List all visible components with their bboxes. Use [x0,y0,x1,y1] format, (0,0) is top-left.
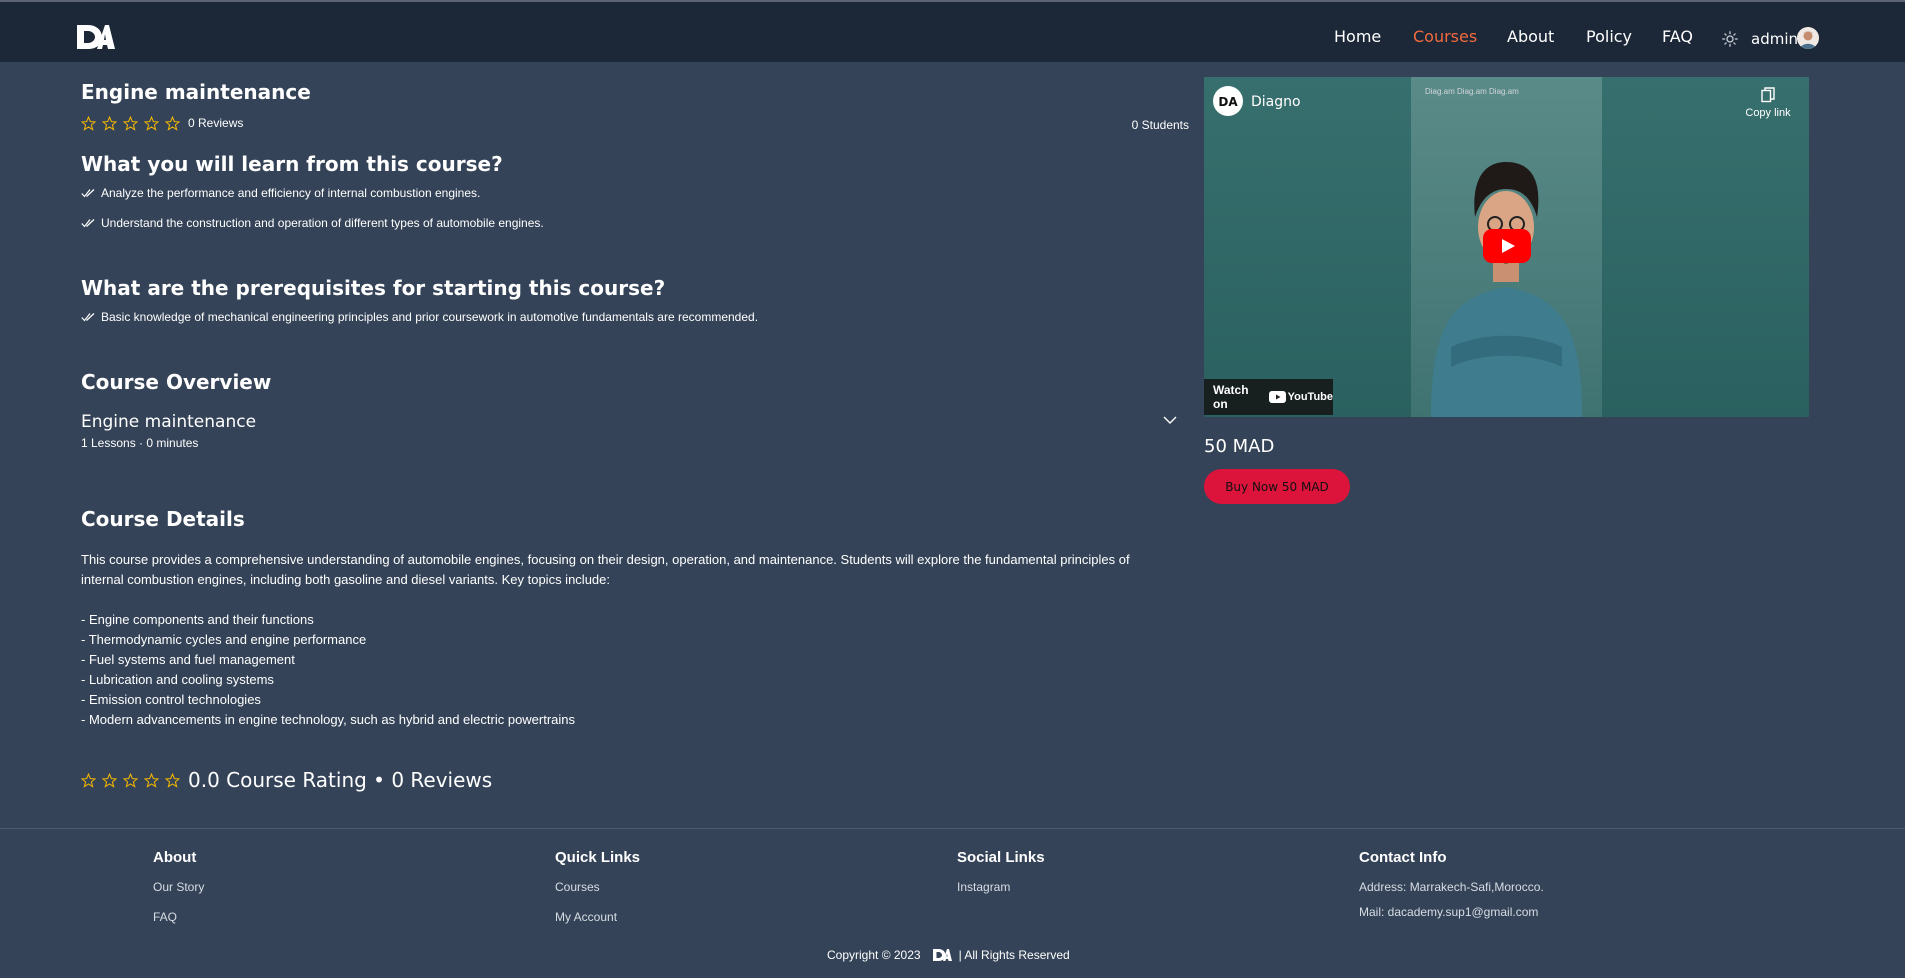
footer-contact: Contact Info Address: Marrakech-Safi,Mor… [1359,849,1544,921]
course-price: 50 MAD [1204,436,1275,457]
nav-home[interactable]: Home [1334,27,1381,46]
footer-about-title: About [153,849,197,866]
reviews-count: 0 Reviews [188,116,244,130]
video-background [1602,77,1809,417]
footer-social-links: Social Links Instagram [957,849,1045,901]
footer-quick-title: Quick Links [555,849,641,866]
details-line: internal combustion engines, including b… [81,572,610,587]
nav-about[interactable]: About [1507,27,1554,46]
students-count: 0 Students [1131,118,1189,132]
contact-address: Address: Marrakech-Safi,Morocco. [1359,880,1544,894]
star-icon [165,772,180,788]
details-heading: Course Details [81,507,245,531]
video-social-strip: Diag.am Diag.am Diag.am [1425,87,1519,96]
footer-contact-title: Contact Info [1359,849,1447,866]
star-icon [102,772,117,788]
nav-courses[interactable]: Courses [1413,27,1477,46]
details-line [81,590,1181,610]
learn-heading: What you will learn from this course? [81,152,503,176]
footer-link-faq[interactable]: FAQ [153,910,204,931]
header: Home Courses About Policy FAQ admin [0,2,1905,62]
channel-logo[interactable]: DA [1213,86,1243,116]
double-check-icon [81,189,95,198]
footer-link-our-story[interactable]: Our Story [153,880,204,901]
double-check-icon [81,313,95,322]
youtube-logo: YouTube [1268,391,1333,403]
star-icon [123,772,138,788]
details-line: - Emission control technologies [81,692,261,707]
prereq-item: Basic knowledge of mechanical engineerin… [81,310,758,324]
details-line: - Thermodynamic cycles and engine perfor… [81,632,367,647]
footer-divider [0,828,1905,829]
details-line: - Fuel systems and fuel management [81,652,295,667]
channel-name[interactable]: Diagno [1251,94,1301,110]
footer-social-title: Social Links [957,849,1045,866]
course-details-body: This course provides a comprehensive und… [81,550,1181,730]
details-line: - Engine components and their functions [81,612,314,627]
main-nav: Home Courses About Policy FAQ [0,2,1905,62]
youtube-label: YouTube [1287,391,1333,403]
copyright-suffix: | All Rights Reserved [958,948,1070,962]
rating-stars-top: 0 Reviews [81,115,243,131]
star-icon [165,115,180,131]
course-title: Engine maintenance [81,80,311,104]
copyright-prefix: Copyright © 2023 [827,948,921,962]
watch-on-youtube-button[interactable]: Watch on YouTube [1204,379,1333,415]
footer-logo [932,949,952,961]
copy-icon [1761,87,1775,103]
star-icon [81,772,96,788]
footer-link-courses[interactable]: Courses [555,880,640,901]
user-name[interactable]: admin [1751,30,1798,48]
star-icon [144,772,159,788]
footer-link-instagram[interactable]: Instagram [957,880,1045,901]
star-icon [102,115,117,131]
learn-item-text: Understand the construction and operatio… [101,216,544,230]
copy-link-button[interactable]: Copy link [1743,87,1793,119]
play-icon[interactable] [1483,229,1531,263]
overview-heading: Course Overview [81,370,272,394]
overview-section-meta: 1 Lessons · 0 minutes [81,436,199,450]
watch-on-label: Watch on [1213,383,1249,411]
footer-link-my-account[interactable]: My Account [555,910,640,931]
star-icon [81,115,96,131]
star-icon [123,115,138,131]
contact-email[interactable]: Mail: dacademy.sup1@gmail.com [1359,905,1544,921]
copy-link-label: Copy link [1745,107,1791,119]
nav-faq[interactable]: FAQ [1662,27,1693,46]
chevron-down-icon[interactable] [1162,414,1178,426]
details-line: This course provides a comprehensive und… [81,552,1130,567]
star-icon [144,115,159,131]
youtube-icon [1268,391,1286,403]
rating-summary-text: 0.0 Course Rating • 0 Reviews [188,768,493,792]
copyright: Copyright © 2023 | All Rights Reserved [827,948,1070,962]
double-check-icon [81,219,95,228]
overview-section-title[interactable]: Engine maintenance [81,412,256,432]
buy-now-button[interactable]: Buy Now 50 MAD [1204,469,1350,504]
footer-about: About Our Story FAQ [153,849,204,931]
svg-text:DA: DA [1218,95,1238,109]
theme-toggle-sun-icon[interactable] [1722,31,1738,47]
prereq-item-text: Basic knowledge of mechanical engineerin… [101,310,759,324]
learn-item: Analyze the performance and efficiency o… [81,186,480,200]
prereq-heading: What are the prerequisites for starting … [81,276,666,300]
footer-quick-links: Quick Links Courses My Account [555,849,640,931]
details-line: - Modern advancements in engine technolo… [81,712,576,727]
details-line: - Lubrication and cooling systems [81,672,274,687]
nav-policy[interactable]: Policy [1586,27,1632,46]
learn-item: Understand the construction and operatio… [81,216,544,230]
learn-item-text: Analyze the performance and efficiency o… [101,186,481,200]
rating-summary: 0.0 Course Rating • 0 Reviews [81,768,492,792]
user-avatar[interactable] [1797,27,1819,49]
video-background [1204,77,1411,417]
youtube-video-embed[interactable]: Diag.am Diag.am Diag.am DA Diagno Copy l… [1204,77,1809,417]
